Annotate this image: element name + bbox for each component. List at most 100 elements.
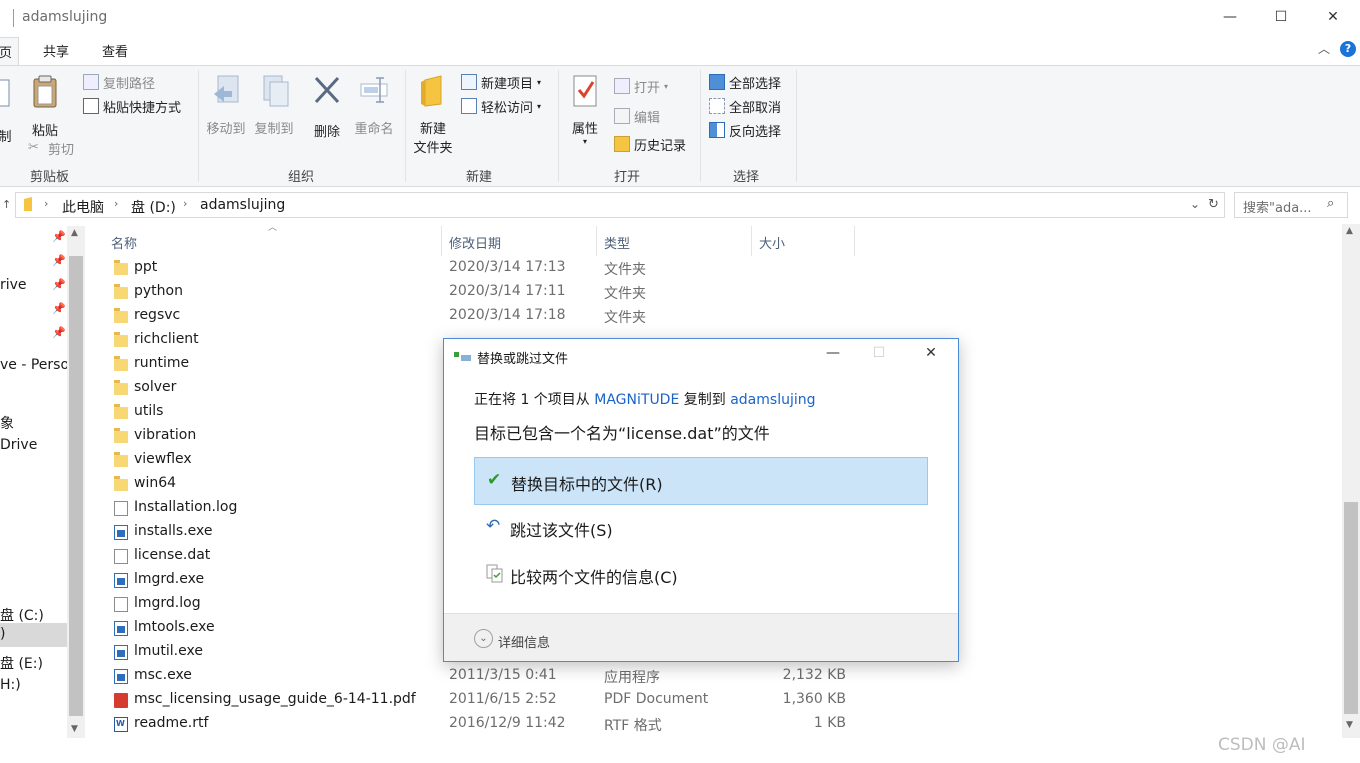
chevron-right-icon: › bbox=[114, 197, 119, 210]
file-list-scrollbar[interactable]: ▲ ▼ bbox=[1342, 224, 1360, 738]
maximize-button[interactable]: ☐ bbox=[1255, 0, 1307, 34]
new-folder-button[interactable]: 新建 文件夹 bbox=[410, 74, 456, 156]
nav-item-onedrive-personal[interactable]: ve - Perso bbox=[0, 357, 69, 373]
folder-icon bbox=[114, 428, 128, 443]
breadcrumb-this-pc[interactable]: 此电脑 bbox=[62, 197, 104, 217]
tab-share[interactable]: 共享 bbox=[43, 41, 69, 60]
help-icon[interactable]: ? bbox=[1340, 41, 1356, 57]
breadcrumb-current-folder[interactable]: adamslujing bbox=[200, 197, 285, 213]
column-header-type[interactable]: 类型 bbox=[604, 233, 630, 252]
nav-item-drive-d-selected[interactable]: ) bbox=[0, 623, 67, 647]
properties-button[interactable]: 属性 ▾ bbox=[565, 74, 605, 146]
nav-item-drive-h[interactable]: H:) bbox=[0, 677, 21, 693]
minimize-button[interactable]: — bbox=[1204, 0, 1256, 34]
rename-button[interactable]: 重命名 bbox=[351, 74, 397, 137]
folder-icon bbox=[114, 476, 128, 491]
column-divider[interactable] bbox=[596, 226, 597, 256]
search-icon[interactable]: ⌕ bbox=[1327, 196, 1334, 211]
select-all-button[interactable]: 全部选择 bbox=[709, 72, 781, 92]
invert-selection-icon bbox=[709, 122, 725, 138]
file-modified-date: 2020/3/14 17:13 bbox=[449, 259, 566, 275]
copy-path-button[interactable]: 复制路径 bbox=[83, 72, 155, 92]
nav-item-3d-objects[interactable]: 象 bbox=[0, 413, 14, 433]
search-box[interactable]: 搜索"ada... ⌕ bbox=[1234, 192, 1348, 218]
scroll-up-icon[interactable]: ▲ bbox=[71, 228, 78, 238]
replace-file-option[interactable]: ✔ 替换目标中的文件(R) bbox=[474, 457, 928, 505]
title-separator bbox=[13, 9, 14, 27]
easy-access-button[interactable]: 轻松访问 ▾ bbox=[461, 96, 541, 116]
column-header-size[interactable]: 大小 bbox=[759, 233, 785, 252]
destination-folder-link[interactable]: adamslujing bbox=[730, 392, 815, 408]
skip-file-option[interactable]: ↶ 跳过该文件(S) bbox=[474, 504, 928, 552]
pin-icon[interactable]: 📌 bbox=[52, 230, 66, 243]
chevron-down-icon[interactable]: ⌄ bbox=[474, 629, 493, 648]
copy-button[interactable]: 制 bbox=[0, 76, 16, 145]
scroll-down-icon[interactable]: ▼ bbox=[71, 724, 78, 734]
copy-progress-icon bbox=[454, 352, 471, 361]
exe-file-icon bbox=[114, 645, 128, 660]
doc-file-icon bbox=[114, 501, 128, 516]
compare-files-option[interactable]: 比较两个文件的信息(C) bbox=[474, 551, 928, 599]
column-divider[interactable] bbox=[854, 226, 855, 256]
dialog-close-button[interactable]: ✕ bbox=[914, 345, 948, 367]
nav-item-drive[interactable]: Drive bbox=[0, 437, 37, 453]
chevron-down-icon[interactable]: ⌄ bbox=[1190, 197, 1200, 211]
edit-button[interactable]: 编辑 bbox=[614, 106, 660, 126]
paste-button[interactable]: 粘贴 bbox=[28, 74, 62, 139]
file-row[interactable]: msc.exe 2011/3/15 0:41 应用程序 2,132 KB bbox=[110, 664, 870, 688]
delete-button[interactable]: 删除 bbox=[309, 74, 345, 140]
breadcrumb-drive-d[interactable]: 盘 (D:) bbox=[131, 197, 176, 217]
sort-ascending-icon: ︿ bbox=[268, 223, 278, 233]
nav-scrollbar-thumb[interactable] bbox=[69, 256, 83, 716]
pin-icon[interactable]: 📌 bbox=[52, 278, 66, 291]
file-row[interactable]: python 2020/3/14 17:11 文件夹 bbox=[110, 280, 870, 304]
rename-icon bbox=[360, 77, 388, 103]
file-row[interactable]: msc_licensing_usage_guide_6-14-11.pdf 201… bbox=[110, 688, 870, 712]
column-header-name[interactable]: 名称 bbox=[111, 233, 137, 252]
nav-scrollbar[interactable]: ▲ ▼ bbox=[67, 226, 85, 738]
tab-view[interactable]: 查看 bbox=[102, 41, 128, 60]
file-row[interactable]: regsvc 2020/3/14 17:18 文件夹 bbox=[110, 304, 870, 328]
rtf-file-icon bbox=[114, 717, 128, 732]
ribbon-expand-icon[interactable]: ︿ bbox=[1318, 40, 1330, 57]
file-name: msc_licensing_usage_guide_6-14-11.pdf bbox=[134, 691, 416, 707]
up-arrow-icon[interactable]: ↑ bbox=[2, 198, 11, 211]
address-bar[interactable]: › 此电脑 › 盘 (D:) › adamslujing ⌄ ↻ bbox=[15, 192, 1225, 218]
file-row[interactable]: ppt 2020/3/14 17:13 文件夹 bbox=[110, 256, 870, 280]
invert-selection-button[interactable]: 反向选择 bbox=[709, 120, 781, 140]
nav-item-drive-e[interactable]: 盘 (E:) bbox=[0, 653, 43, 673]
select-none-button[interactable]: 全部取消 bbox=[709, 96, 781, 116]
dialog-maximize-button: ☐ bbox=[872, 345, 886, 361]
file-list-scrollbar-thumb[interactable] bbox=[1344, 502, 1358, 714]
refresh-icon[interactable]: ↻ bbox=[1208, 197, 1219, 212]
scissors-icon: ✂ bbox=[28, 140, 39, 155]
move-to-button[interactable]: 移动到 bbox=[203, 74, 249, 137]
source-folder-link[interactable]: MAGNiTUDE bbox=[594, 392, 679, 408]
more-details-toggle[interactable]: 详细信息 bbox=[498, 632, 550, 651]
search-placeholder: 搜索"ada... bbox=[1243, 201, 1312, 216]
file-row[interactable]: readme.rtf 2016/12/9 11:42 RTF 格式 1 KB bbox=[110, 712, 870, 736]
column-divider[interactable] bbox=[441, 226, 442, 256]
file-name: lmtools.exe bbox=[134, 619, 215, 635]
scroll-up-icon[interactable]: ▲ bbox=[1346, 226, 1353, 236]
cut-button[interactable]: ✂ 剪切 bbox=[28, 138, 74, 158]
file-modified-date: 2011/6/15 2:52 bbox=[449, 691, 557, 707]
paste-shortcut-button[interactable]: 粘贴快捷方式 bbox=[83, 96, 181, 116]
history-button[interactable]: 历史记录 bbox=[614, 134, 686, 154]
group-divider bbox=[198, 70, 199, 182]
copy-to-button[interactable]: 复制到 bbox=[251, 74, 297, 137]
new-item-button[interactable]: 新建项目 ▾ bbox=[461, 72, 541, 92]
nav-item-drive-c[interactable]: 盘 (C:) bbox=[0, 605, 44, 625]
dialog-minimize-button[interactable]: — bbox=[816, 345, 850, 367]
column-header-date[interactable]: 修改日期 bbox=[449, 233, 501, 252]
pin-icon[interactable]: 📌 bbox=[52, 326, 66, 339]
column-divider[interactable] bbox=[751, 226, 752, 256]
close-button[interactable]: ✕ bbox=[1307, 0, 1359, 34]
file-name: runtime bbox=[134, 355, 190, 371]
pin-icon[interactable]: 📌 bbox=[52, 302, 66, 315]
open-button[interactable]: 打开 ▾ bbox=[614, 76, 668, 96]
tab-home[interactable]: 页 bbox=[0, 37, 20, 66]
nav-item-onedrive[interactable]: rive bbox=[0, 277, 27, 293]
scroll-down-icon[interactable]: ▼ bbox=[1346, 720, 1353, 730]
pin-icon[interactable]: 📌 bbox=[52, 254, 66, 267]
